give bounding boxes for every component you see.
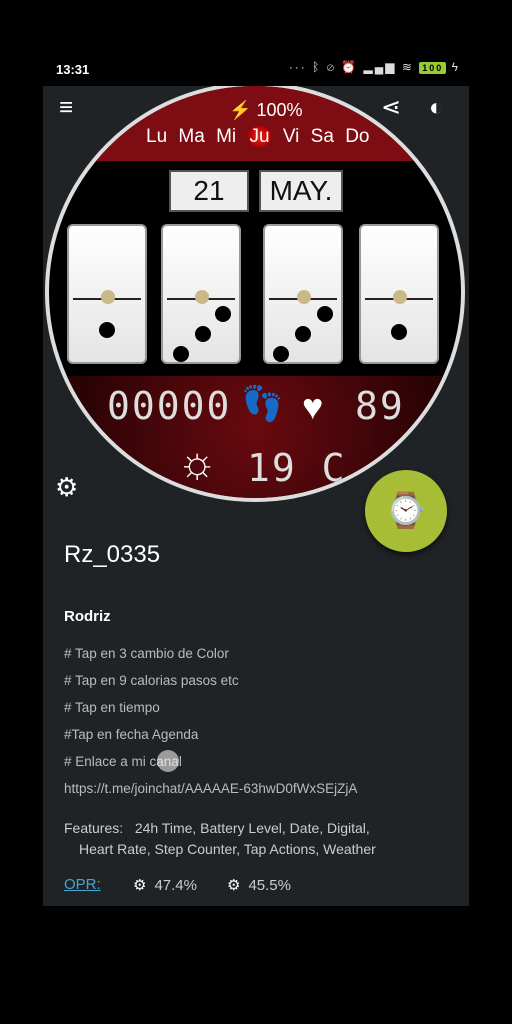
stat-2: ⚙ 45.5%	[227, 877, 291, 894]
menu-icon[interactable]: ≡	[59, 96, 73, 120]
time-tile-1	[67, 224, 147, 364]
weekday: Vi	[282, 126, 300, 147]
status-bar: 13:31 ··· ᛒ ⊘ ⏰ ▂▄▆ ≋ 100 ϟ	[0, 56, 512, 84]
watchface-preview[interactable]: ⚡ 100% Lu Ma Mi Ju Vi Sa Do 21 MAY. 0000…	[45, 86, 465, 502]
time-tile-3	[263, 224, 343, 364]
weekday: Ma	[178, 126, 205, 147]
wifi-icon: ≋	[401, 60, 414, 74]
gear-icon: ⚙	[133, 877, 147, 894]
signal-icon: ▂▄▆	[363, 60, 397, 74]
features-label: Features:	[64, 820, 124, 836]
watchface-battery: ⚡ 100%	[229, 100, 302, 121]
bluetooth-icon: ᛒ	[312, 60, 322, 74]
description-line: # Tap en tiempo	[64, 700, 160, 715]
steps-counter[interactable]: 00000	[107, 384, 231, 428]
status-icons: ··· ᛒ ⊘ ⏰ ▂▄▆ ≋ 100 ϟ	[289, 60, 460, 74]
settings-gear-icon[interactable]: ⚙	[55, 472, 78, 503]
weekday: Sa	[310, 126, 334, 147]
battery-charging-icon: ⚡	[229, 100, 252, 120]
alarm-icon: ⏰	[341, 60, 359, 74]
install-on-watch-button[interactable]: ⌚	[365, 470, 447, 552]
description-line: # Tap en 3 cambio de Color	[64, 646, 229, 661]
weather-sun-icon: ☼	[177, 438, 218, 487]
theme-toggle-icon[interactable]: ◐	[429, 96, 444, 120]
author-name[interactable]: Rodriz	[64, 608, 111, 625]
heart-rate-value[interactable]: 89	[355, 384, 405, 428]
weekday: Do	[345, 126, 370, 147]
date-day[interactable]: 21	[169, 170, 249, 212]
footprints-icon: 👣	[241, 385, 284, 423]
features-line-2: Heart Rate, Step Counter, Tap Actions, W…	[79, 841, 376, 857]
weekday-active: Ju	[247, 126, 272, 147]
share-icon[interactable]: ⋖	[381, 96, 401, 120]
weekday: Mi	[216, 126, 237, 147]
features-line-1: 24h Time, Battery Level, Date, Digital,	[134, 820, 370, 836]
watchface-battery-text: 100%	[256, 100, 303, 120]
mute-icon: ⊘	[326, 60, 336, 74]
weekday: Lu	[146, 126, 168, 147]
description-line: #Tap en fecha Agenda	[64, 727, 199, 742]
date-month[interactable]: MAY.	[259, 170, 343, 212]
status-time: 13:31	[56, 62, 90, 77]
stat-1: ⚙ 47.4%	[133, 877, 197, 894]
touch-indicator	[157, 750, 179, 772]
watchface-title: Rz_0335	[64, 541, 161, 568]
app-screen: ⚡ 100% Lu Ma Mi Ju Vi Sa Do 21 MAY. 0000…	[43, 86, 469, 906]
watch-install-icon: ⌚	[384, 492, 428, 530]
description-line: # Tap en 9 calorias pasos etc	[64, 673, 239, 688]
signal-dots-icon: ···	[288, 60, 307, 74]
time-tile-2	[161, 224, 241, 364]
battery-icon: 100	[419, 62, 447, 74]
time-tile-4	[359, 224, 439, 364]
charging-icon: ϟ	[451, 60, 460, 74]
weekday-row: Lu Ma Mi Ju Vi Sa Do	[143, 126, 372, 148]
features-block: Features: 24h Time, Battery Level, Date,…	[64, 818, 376, 860]
opr-link[interactable]: OPR:	[64, 876, 101, 893]
heart-rate-icon: ♥	[302, 386, 324, 427]
temperature-value[interactable]: 19 C	[247, 446, 347, 490]
telegram-link[interactable]: https://t.me/joinchat/AAAAAE-63hwD0fWxSE…	[64, 781, 357, 796]
gear-outline-icon: ⚙	[227, 877, 241, 894]
